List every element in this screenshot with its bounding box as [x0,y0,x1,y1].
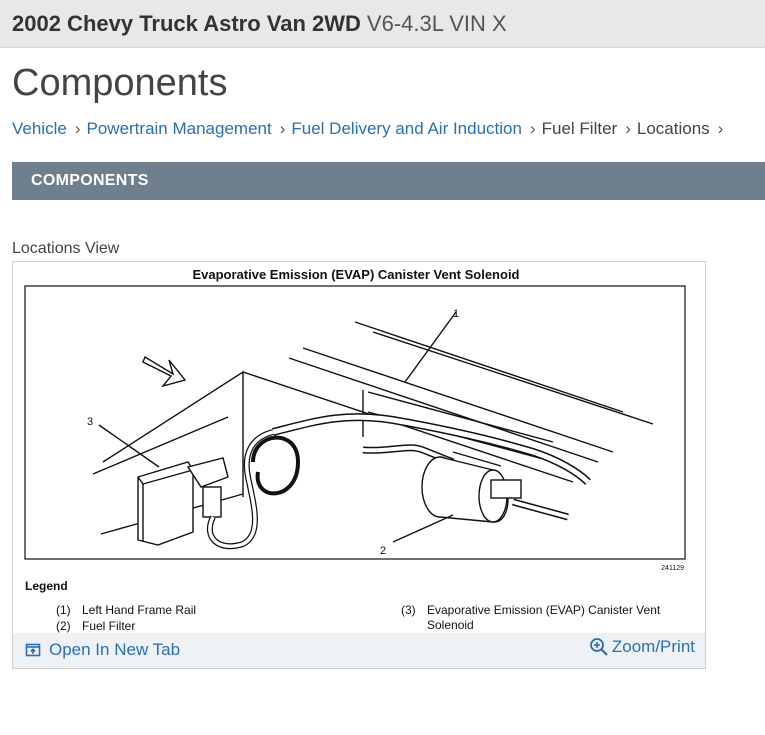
vehicle-header: 2002 Chevy Truck Astro Van 2WD V6-4.3L VI… [0,0,765,48]
breadcrumb-vehicle[interactable]: Vehicle [12,119,67,139]
chevron-right-icon: › [529,119,536,138]
zoom-print-label: Zoom/Print [611,637,695,656]
chevron-right-icon: › [717,119,724,138]
magnifier-plus-icon [589,638,608,656]
locations-figure[interactable]: Evaporative Emission (EVAP) Canister Ven… [12,261,706,669]
callout-3: 3 [87,416,93,428]
breadcrumb-locations: Locations [636,119,710,138]
legend-text-3-line2: Solenoid [427,618,474,632]
open-new-tab-link[interactable]: Open In New Tab [25,640,180,660]
breadcrumb-powertrain-management[interactable]: Powertrain Management [87,119,272,139]
chevron-right-icon: › [625,119,631,138]
breadcrumb: Vehicle › Powertrain Management › Fuel D… [12,119,729,139]
legend-title: Legend [25,579,68,593]
breadcrumb-fuel-delivery[interactable]: Fuel Delivery and Air Induction [291,119,522,139]
section-header: COMPONENTS [12,162,765,200]
component-diagram: Evaporative Emission (EVAP) Canister Ven… [24,267,686,633]
diagram-frame [24,285,686,560]
chevron-right-icon: › [279,119,286,138]
legend-text-2: Fuel Filter [82,619,135,633]
breadcrumb-fuel-filter: Fuel Filter [541,119,618,138]
callout-2: 2 [380,545,386,557]
zoom-print-link[interactable]: Zoom/Print [589,637,695,657]
figure-actions: Open In New Tab Zoom/Print [13,633,705,668]
diagram-title: Evaporative Emission (EVAP) Canister Ven… [192,267,519,282]
legend-text-3-line1: Evaporative Emission (EVAP) Canister Ven… [427,603,661,617]
section-title: COMPONENTS [31,172,149,189]
view-label: Locations View [12,240,120,257]
legend-text-1: Left Hand Frame Rail [82,603,196,617]
legend-num-3: (3) [401,603,416,617]
chevron-right-icon: › [74,119,81,138]
vehicle-engine: V6-4.3L VIN X [366,11,507,36]
legend-num-2: (2) [56,619,71,633]
page-title: Components [12,62,228,104]
legend-num-1: (1) [56,603,71,617]
figure-number: 241129 [661,565,684,572]
callout-1: 1 [453,308,459,320]
vehicle-name: 2002 Chevy Truck Astro Van 2WD [12,11,361,36]
open-new-tab-icon [25,643,41,657]
open-new-tab-label: Open In New Tab [49,640,181,659]
vehicle-title: 2002 Chevy Truck Astro Van 2WD V6-4.3L VI… [12,11,507,37]
